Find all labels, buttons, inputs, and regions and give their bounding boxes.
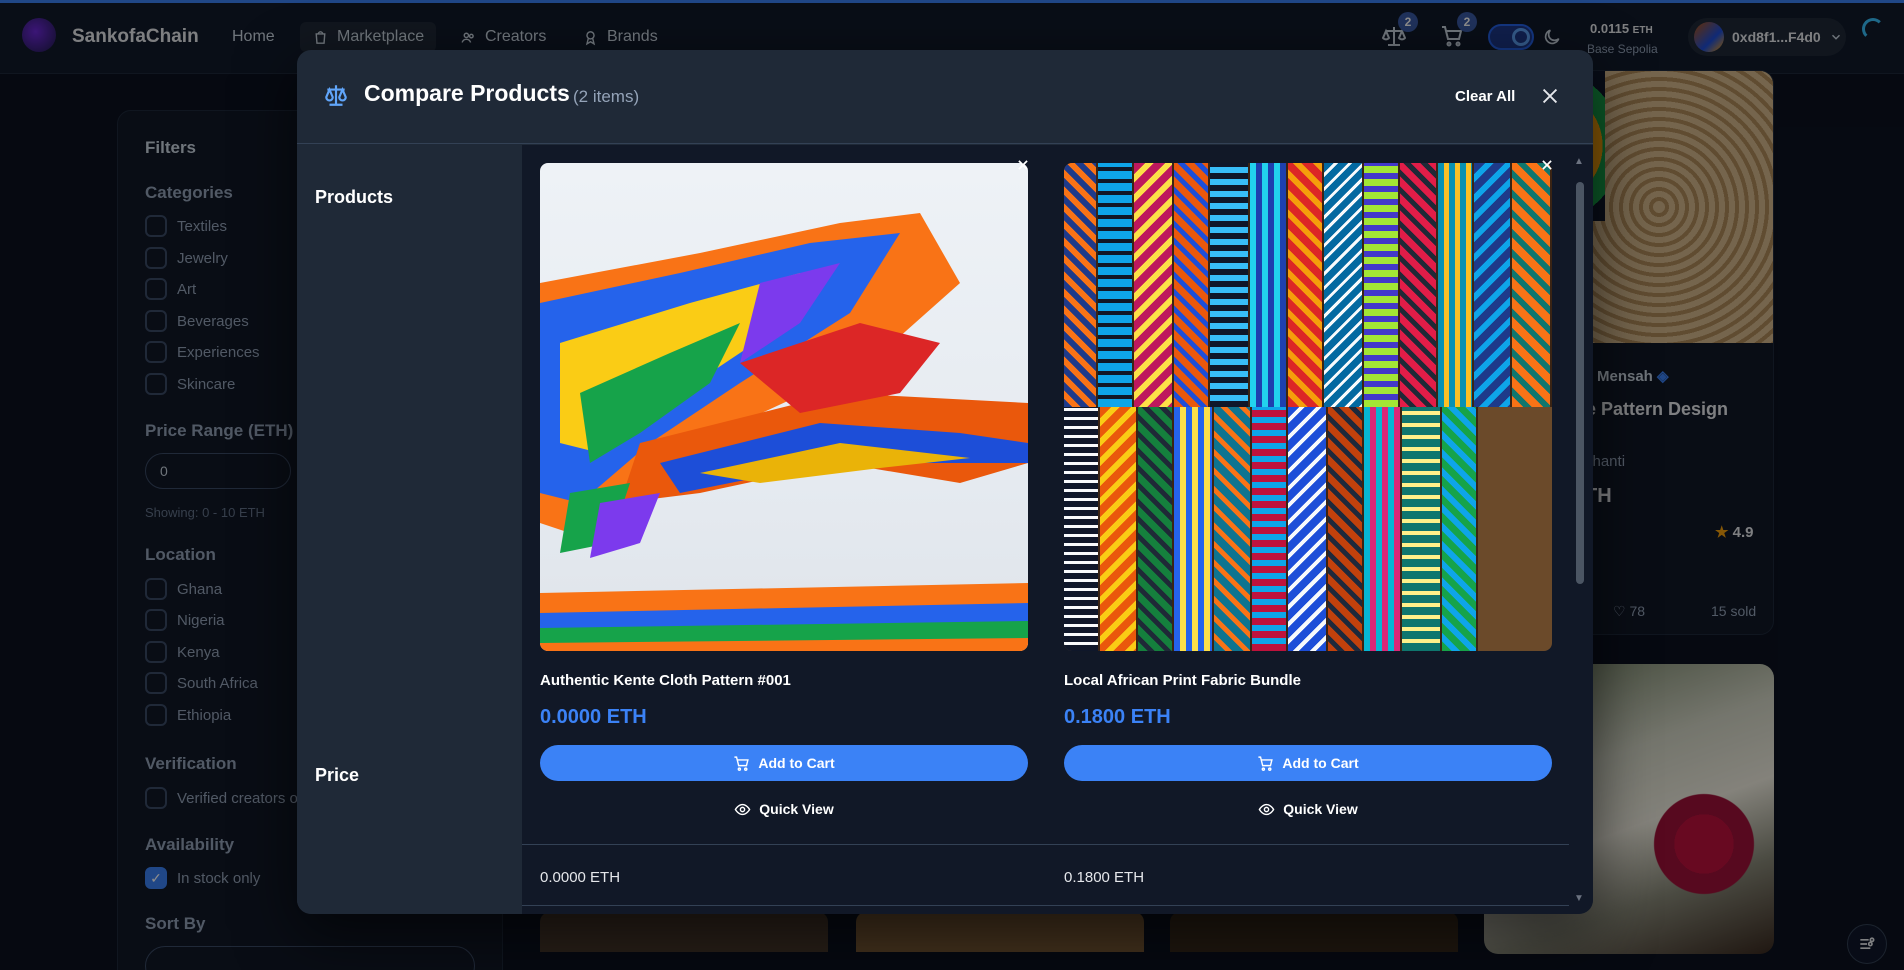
remove-item-icon[interactable]: [1540, 158, 1554, 172]
quick-view-button[interactable]: Quick View: [1064, 798, 1552, 820]
compare-row-labels: Products Price: [297, 145, 522, 914]
eye-icon: [1258, 803, 1275, 815]
quick-view-button[interactable]: Quick View: [540, 798, 1028, 820]
add-to-cart-label: Add to Cart: [758, 755, 835, 771]
quick-view-label: Quick View: [759, 801, 834, 817]
row-divider: [522, 905, 1569, 906]
close-icon[interactable]: [1539, 85, 1561, 107]
remove-item-icon[interactable]: [1016, 158, 1030, 172]
product-image-print-bundle[interactable]: [1064, 163, 1552, 651]
add-to-cart-button[interactable]: Add to Cart: [540, 745, 1028, 781]
clear-all-button[interactable]: Clear All: [1455, 88, 1515, 105]
price-row-value: 0.0000 ETH: [540, 869, 621, 886]
scroll-up-arrow[interactable]: ▲: [1574, 156, 1584, 167]
add-to-cart-label: Add to Cart: [1282, 755, 1359, 771]
scroll-down-arrow[interactable]: ▼: [1574, 893, 1584, 904]
kente-cloth-image: [540, 163, 1028, 651]
price-row-value: 0.1800 ETH: [1064, 869, 1145, 886]
modal-title: Compare Products: [364, 80, 570, 106]
cart-icon: [734, 755, 750, 771]
row-label-price: Price: [315, 765, 360, 785]
quick-view-label: Quick View: [1283, 801, 1358, 817]
product-name[interactable]: Local African Print Fabric Bundle: [1064, 672, 1301, 689]
scale-icon: [325, 85, 347, 106]
kente-illustration: [540, 213, 1028, 651]
item-count: (2 items): [573, 87, 640, 106]
product-name[interactable]: Authentic Kente Cloth Pattern #001: [540, 672, 791, 689]
eye-icon: [734, 803, 751, 815]
row-label-products: Products: [315, 187, 394, 207]
row-divider: [522, 844, 1569, 845]
product-image-kente[interactable]: [540, 163, 1028, 651]
add-to-cart-button[interactable]: Add to Cart: [1064, 745, 1552, 781]
print-fabric-image: [1064, 163, 1552, 651]
product-price: 0.1800 ETH: [1064, 706, 1171, 728]
scrollbar-thumb[interactable]: [1576, 182, 1584, 584]
product-price: 0.0000 ETH: [540, 706, 647, 728]
cart-icon: [1258, 755, 1274, 771]
modal-header: Compare Products (2 items) Clear All: [297, 50, 1593, 144]
